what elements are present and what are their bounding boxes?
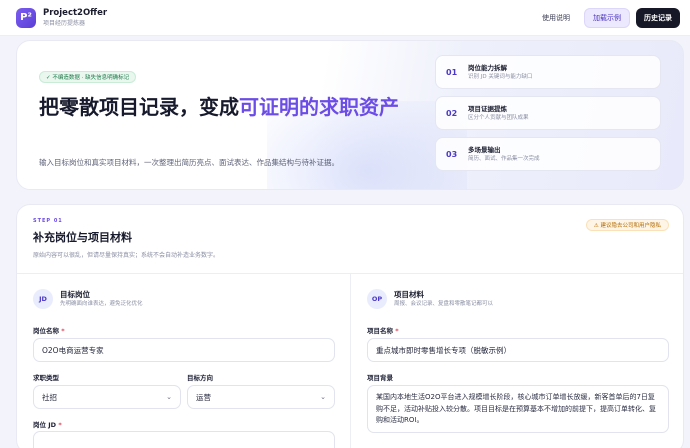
hero-title-accent: 可证明的求职资产	[239, 95, 399, 119]
direction-select[interactable]: 运营 ⌄	[187, 385, 335, 409]
feature-step: 01 岗位能力拆解 识别 JD 关键词与能力缺口	[435, 55, 661, 89]
job-name-input[interactable]: O2O电商运营专家	[33, 338, 335, 362]
column-divider	[350, 273, 351, 448]
brand-subtitle: 项目经历提炼器	[43, 19, 86, 27]
history-button[interactable]: 历史记录	[636, 7, 680, 28]
project-name-label: 项目名称 *	[367, 325, 399, 335]
section-subtitle: 周报、会议记录、复盘和零散笔记都可以	[394, 300, 494, 307]
target-job-header: JD 目标岗位 先明确面向谁表达，避免泛化优化	[33, 289, 143, 309]
hero-title-plain: 把零散项目记录，变成	[39, 95, 239, 119]
project-background-label: 项目背景	[367, 374, 393, 382]
step-label: STEP 01	[33, 218, 63, 224]
required-mark: *	[395, 327, 399, 335]
direction-label: 目标方向	[187, 374, 213, 382]
hero-description: 输入目标岗位和真实项目材料，一次整理出简历亮点、面试表达、作品集结构与待补证据。	[39, 158, 339, 167]
label-text: 岗位 JD	[33, 421, 57, 429]
help-button[interactable]: 使用说明	[534, 8, 578, 28]
op-icon: OP	[367, 289, 387, 309]
step-subtitle: 简历、面试、作品集一次完成	[468, 155, 540, 162]
label-text: 岗位名称	[33, 327, 59, 335]
hero-title: 把零散项目记录，变成可证明的求职资产	[39, 95, 419, 120]
chevron-down-icon: ⌄	[166, 393, 172, 401]
jd-icon: JD	[33, 289, 53, 309]
label-text: 项目名称	[367, 327, 393, 335]
step-number: 01	[446, 67, 458, 77]
section-title: 目标岗位	[60, 289, 90, 299]
jd-textarea[interactable]	[33, 431, 335, 448]
chevron-down-icon: ⌄	[320, 393, 326, 401]
input-form-card: STEP 01 补充岗位与项目材料 原始内容可以很乱，但请尽量保持真实；系统不会…	[16, 204, 684, 448]
job-type-select[interactable]: 社招 ⌄	[33, 385, 181, 409]
step-subtitle: 识别 JD 关键词与能力缺口	[468, 73, 533, 80]
form-subtitle: 原始内容可以很乱，但请尽量保持真实；系统不会自动补造业务数字。	[33, 252, 220, 259]
project-material-header: OP 项目材料 周报、会议记录、复盘和零散笔记都可以	[367, 289, 493, 309]
direction-value: 运营	[196, 392, 211, 402]
job-type-label: 求职类型	[33, 374, 59, 382]
project-name-input[interactable]: 重点城市即时零售增长专项（脱敏示例）	[367, 338, 669, 362]
job-type-value: 社招	[42, 392, 57, 402]
required-mark: *	[58, 421, 62, 429]
section-title: 项目材料	[394, 289, 424, 299]
step-number: 02	[446, 108, 458, 118]
step-title: 项目证据提炼	[468, 104, 507, 113]
step-title: 岗位能力拆解	[468, 63, 507, 72]
no-fabrication-badge: ✓ 不编造数据 · 缺失信息明确标记	[39, 71, 137, 83]
hero-panel: ✓ 不编造数据 · 缺失信息明确标记 把零散项目记录，变成可证明的求职资产 输入…	[16, 40, 684, 190]
required-mark: *	[61, 327, 65, 335]
app-logo: P²	[16, 7, 36, 28]
jd-label: 岗位 JD *	[33, 419, 62, 429]
brand: Project2Offer 项目经历提炼器	[43, 8, 107, 28]
step-subtitle: 区分个人贡献与团队成果	[468, 114, 529, 121]
top-bar: P² Project2Offer 项目经历提炼器 使用说明 加载示例 历史记录	[0, 0, 690, 36]
step-title: 多场景输出	[468, 145, 501, 154]
load-example-button[interactable]: 加载示例	[584, 7, 630, 28]
project-background-textarea[interactable]: 某国内本地生活O2O平台进入规模增长阶段，核心城市订单增长放缓，新客首单后的7日…	[367, 385, 669, 433]
top-nav: 使用说明 加载示例 历史记录	[534, 7, 680, 28]
section-subtitle: 先明确面向谁表达，避免泛化优化	[60, 300, 143, 307]
brand-name: Project2Offer	[43, 7, 108, 18]
feature-step: 03 多场景输出 简历、面试、作品集一次完成	[435, 137, 661, 171]
job-name-label: 岗位名称 *	[33, 325, 65, 335]
form-title: 补充岗位与项目材料	[33, 231, 132, 244]
feature-steps: 01 岗位能力拆解 识别 JD 关键词与能力缺口 02 项目证据提炼 区分个人贡…	[435, 55, 661, 178]
step-number: 03	[446, 149, 458, 159]
feature-step: 02 项目证据提炼 区分个人贡献与团队成果	[435, 96, 661, 130]
privacy-warning-badge: ⚠ 建议隐去公司和用户隐私	[585, 219, 669, 231]
